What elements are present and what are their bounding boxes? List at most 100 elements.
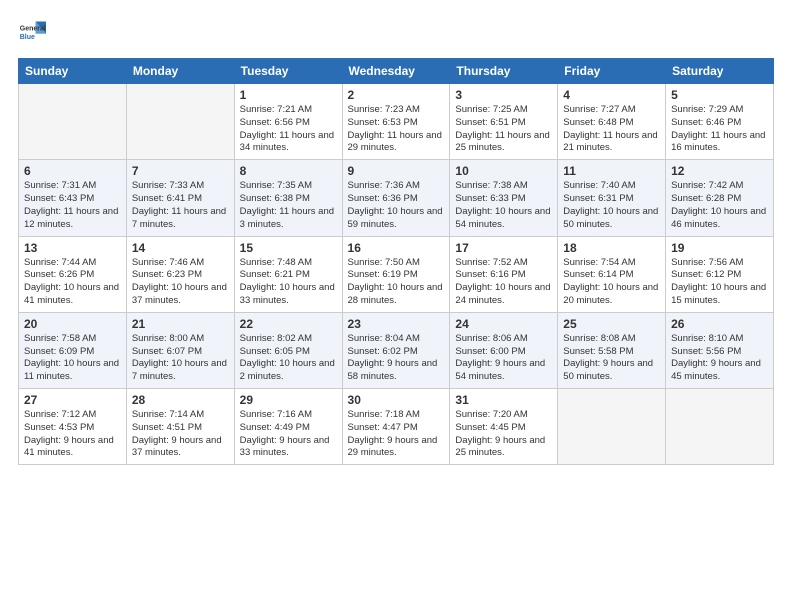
calendar-cell: 24 Sunrise: 8:06 AMSunset: 6:00 PMDayligh…	[450, 312, 558, 388]
svg-text:Blue: Blue	[20, 34, 35, 41]
calendar-cell: 26 Sunrise: 8:10 AMSunset: 5:56 PMDayligh…	[666, 312, 774, 388]
cell-details: Sunrise: 8:06 AMSunset: 6:00 PMDaylight:…	[455, 333, 552, 384]
cell-details: Sunrise: 7:12 AMSunset: 4:53 PMDaylight:…	[24, 409, 121, 460]
cell-details: Sunrise: 7:56 AMSunset: 6:12 PMDaylight:…	[671, 257, 768, 308]
day-number: 15	[240, 241, 337, 255]
cell-details: Sunrise: 8:10 AMSunset: 5:56 PMDaylight:…	[671, 333, 768, 384]
cell-details: Sunrise: 7:16 AMSunset: 4:49 PMDaylight:…	[240, 409, 337, 460]
day-number: 17	[455, 241, 552, 255]
calendar-cell: 21 Sunrise: 8:00 AMSunset: 6:07 PMDayligh…	[126, 312, 234, 388]
day-number: 14	[132, 241, 229, 255]
logo-icon: General Blue	[18, 18, 46, 46]
calendar-cell: 27Sunrise: 7:12 AMSunset: 4:53 PMDayligh…	[19, 389, 127, 465]
day-number: 13	[24, 241, 121, 255]
day-number: 21	[132, 317, 229, 331]
calendar-week-row: 20 Sunrise: 7:58 AMSunset: 6:09 PMDayligh…	[19, 312, 774, 388]
calendar-cell: 19 Sunrise: 7:56 AMSunset: 6:12 PMDayligh…	[666, 236, 774, 312]
calendar-table: SundayMondayTuesdayWednesdayThursdayFrid…	[18, 58, 774, 465]
cell-details: Sunrise: 7:54 AMSunset: 6:14 PMDaylight:…	[563, 257, 660, 308]
day-number: 6	[24, 164, 121, 178]
cell-details: Sunrise: 7:44 AMSunset: 6:26 PMDaylight:…	[24, 257, 121, 308]
cell-details: Sunrise: 7:18 AMSunset: 4:47 PMDaylight:…	[348, 409, 445, 460]
day-number: 29	[240, 393, 337, 407]
cell-details: Sunrise: 8:02 AMSunset: 6:05 PMDaylight:…	[240, 333, 337, 384]
cell-details: Sunrise: 7:25 AMSunset: 6:51 PMDaylight:…	[455, 104, 552, 155]
day-number: 26	[671, 317, 768, 331]
cell-details: Sunrise: 7:35 AMSunset: 6:38 PMDaylight:…	[240, 180, 337, 231]
cell-details: Sunrise: 7:20 AMSunset: 4:45 PMDaylight:…	[455, 409, 552, 460]
cell-details: Sunrise: 8:04 AMSunset: 6:02 PMDaylight:…	[348, 333, 445, 384]
day-number: 22	[240, 317, 337, 331]
calendar-cell	[126, 84, 234, 160]
day-number: 8	[240, 164, 337, 178]
day-number: 31	[455, 393, 552, 407]
weekday-header: Thursday	[450, 59, 558, 84]
calendar-cell: 18 Sunrise: 7:54 AMSunset: 6:14 PMDayligh…	[558, 236, 666, 312]
calendar-cell: 4 Sunrise: 7:27 AMSunset: 6:48 PMDaylight…	[558, 84, 666, 160]
calendar-cell: 2 Sunrise: 7:23 AMSunset: 6:53 PMDaylight…	[342, 84, 450, 160]
cell-details: Sunrise: 7:23 AMSunset: 6:53 PMDaylight:…	[348, 104, 445, 155]
calendar-cell: 3 Sunrise: 7:25 AMSunset: 6:51 PMDaylight…	[450, 84, 558, 160]
day-number: 19	[671, 241, 768, 255]
weekday-header: Saturday	[666, 59, 774, 84]
day-number: 4	[563, 88, 660, 102]
calendar-cell: 13 Sunrise: 7:44 AMSunset: 6:26 PMDayligh…	[19, 236, 127, 312]
day-number: 11	[563, 164, 660, 178]
weekday-header: Monday	[126, 59, 234, 84]
day-number: 3	[455, 88, 552, 102]
calendar-cell: 7 Sunrise: 7:33 AMSunset: 6:41 PMDaylight…	[126, 160, 234, 236]
day-number: 7	[132, 164, 229, 178]
cell-details: Sunrise: 7:21 AMSunset: 6:56 PMDaylight:…	[240, 104, 337, 155]
calendar-week-row: 13 Sunrise: 7:44 AMSunset: 6:26 PMDayligh…	[19, 236, 774, 312]
day-number: 20	[24, 317, 121, 331]
cell-details: Sunrise: 7:48 AMSunset: 6:21 PMDaylight:…	[240, 257, 337, 308]
calendar-cell: 28Sunrise: 7:14 AMSunset: 4:51 PMDayligh…	[126, 389, 234, 465]
calendar-cell: 20 Sunrise: 7:58 AMSunset: 6:09 PMDayligh…	[19, 312, 127, 388]
calendar-cell: 10Sunrise: 7:38 AMSunset: 6:33 PMDayligh…	[450, 160, 558, 236]
logo: General Blue	[18, 18, 50, 46]
calendar-cell: 23 Sunrise: 8:04 AMSunset: 6:02 PMDayligh…	[342, 312, 450, 388]
day-number: 25	[563, 317, 660, 331]
cell-details: Sunrise: 7:33 AMSunset: 6:41 PMDaylight:…	[132, 180, 229, 231]
calendar-cell: 6Sunrise: 7:31 AMSunset: 6:43 PMDaylight…	[19, 160, 127, 236]
day-number: 30	[348, 393, 445, 407]
weekday-header: Wednesday	[342, 59, 450, 84]
calendar-cell	[558, 389, 666, 465]
cell-details: Sunrise: 7:58 AMSunset: 6:09 PMDaylight:…	[24, 333, 121, 384]
day-number: 2	[348, 88, 445, 102]
calendar-cell	[19, 84, 127, 160]
cell-details: Sunrise: 8:00 AMSunset: 6:07 PMDaylight:…	[132, 333, 229, 384]
calendar-cell: 5Sunrise: 7:29 AMSunset: 6:46 PMDaylight…	[666, 84, 774, 160]
cell-details: Sunrise: 7:50 AMSunset: 6:19 PMDaylight:…	[348, 257, 445, 308]
calendar-cell: 11 Sunrise: 7:40 AMSunset: 6:31 PMDayligh…	[558, 160, 666, 236]
cell-details: Sunrise: 7:36 AMSunset: 6:36 PMDaylight:…	[348, 180, 445, 231]
calendar-cell: 16 Sunrise: 7:50 AMSunset: 6:19 PMDayligh…	[342, 236, 450, 312]
weekday-header: Sunday	[19, 59, 127, 84]
day-number: 16	[348, 241, 445, 255]
weekday-header: Tuesday	[234, 59, 342, 84]
cell-details: Sunrise: 7:46 AMSunset: 6:23 PMDaylight:…	[132, 257, 229, 308]
calendar-cell: 30 Sunrise: 7:18 AMSunset: 4:47 PMDayligh…	[342, 389, 450, 465]
cell-details: Sunrise: 7:52 AMSunset: 6:16 PMDaylight:…	[455, 257, 552, 308]
calendar-cell: 22 Sunrise: 8:02 AMSunset: 6:05 PMDayligh…	[234, 312, 342, 388]
calendar-week-row: 6Sunrise: 7:31 AMSunset: 6:43 PMDaylight…	[19, 160, 774, 236]
calendar-cell: 31 Sunrise: 7:20 AMSunset: 4:45 PMDayligh…	[450, 389, 558, 465]
cell-details: Sunrise: 7:40 AMSunset: 6:31 PMDaylight:…	[563, 180, 660, 231]
cell-details: Sunrise: 7:27 AMSunset: 6:48 PMDaylight:…	[563, 104, 660, 155]
day-number: 23	[348, 317, 445, 331]
calendar-cell: 25 Sunrise: 8:08 AMSunset: 5:58 PMDayligh…	[558, 312, 666, 388]
day-number: 28	[132, 393, 229, 407]
calendar-cell: 29 Sunrise: 7:16 AMSunset: 4:49 PMDayligh…	[234, 389, 342, 465]
cell-details: Sunrise: 8:08 AMSunset: 5:58 PMDaylight:…	[563, 333, 660, 384]
calendar-header-row: SundayMondayTuesdayWednesdayThursdayFrid…	[19, 59, 774, 84]
svg-text:General: General	[20, 25, 46, 32]
day-number: 9	[348, 164, 445, 178]
cell-details: Sunrise: 7:38 AMSunset: 6:33 PMDaylight:…	[455, 180, 552, 231]
header: General Blue	[18, 18, 774, 46]
day-number: 24	[455, 317, 552, 331]
cell-details: Sunrise: 7:42 AMSunset: 6:28 PMDaylight:…	[671, 180, 768, 231]
day-number: 18	[563, 241, 660, 255]
cell-details: Sunrise: 7:29 AMSunset: 6:46 PMDaylight:…	[671, 104, 768, 155]
day-number: 1	[240, 88, 337, 102]
page: General Blue SundayMondayTuesdayWednesda…	[0, 0, 792, 612]
